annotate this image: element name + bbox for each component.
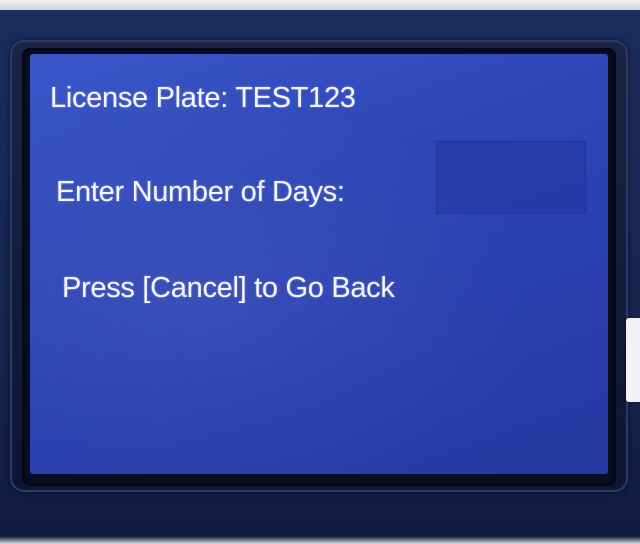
days-prompt: Enter Number of Days:	[56, 176, 345, 208]
side-card-slot	[626, 318, 640, 402]
housing-bottom-edge	[0, 536, 640, 544]
days-input-field[interactable]	[436, 141, 586, 214]
kiosk-housing: License Plate: TEST123 Enter Number of D…	[0, 0, 640, 544]
screen-glare	[30, 54, 608, 474]
lcd-screen: License Plate: TEST123 Enter Number of D…	[30, 54, 608, 474]
cancel-instruction: Press [Cancel] to Go Back	[62, 272, 395, 304]
license-plate-label: License Plate: TEST123	[50, 82, 356, 114]
housing-top-edge	[0, 0, 640, 10]
